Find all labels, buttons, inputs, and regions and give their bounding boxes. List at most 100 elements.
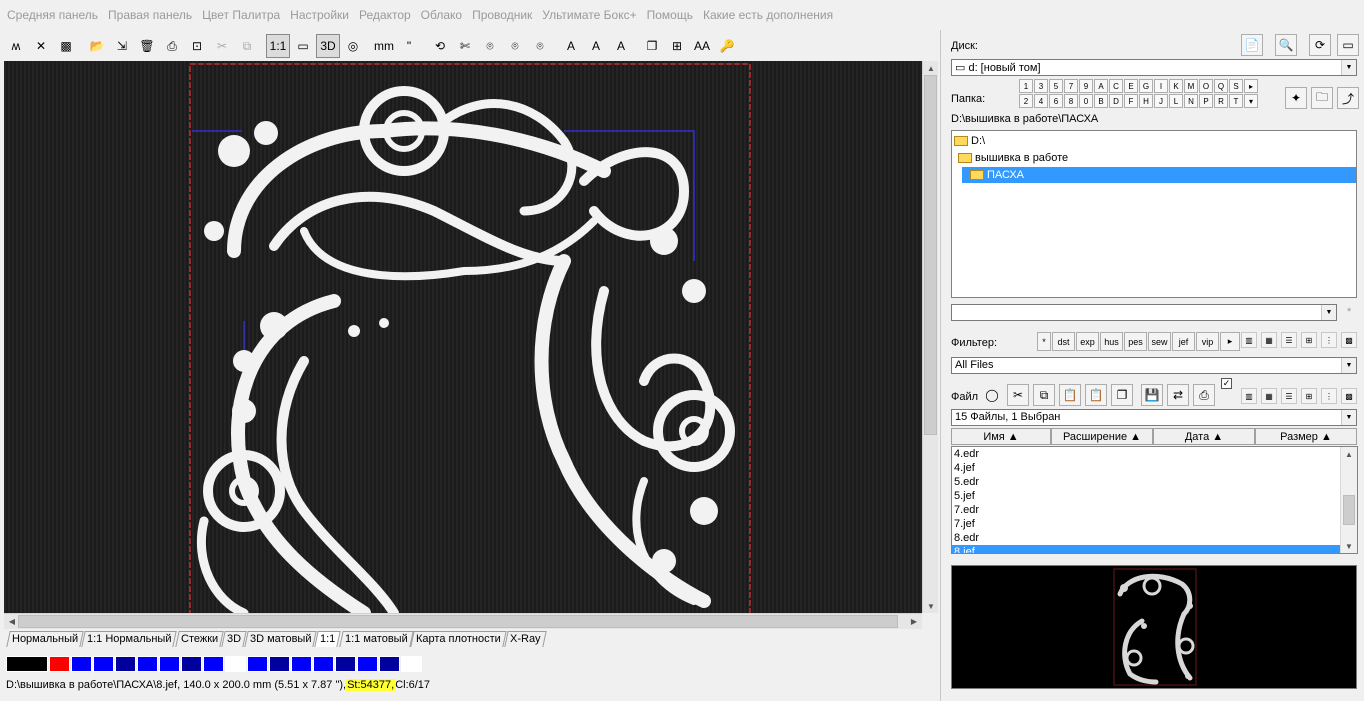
filter-select[interactable]: All Files ▼: [951, 357, 1357, 374]
view-tab[interactable]: X-Ray: [504, 631, 547, 647]
zoom-icon[interactable]: 🔍: [1275, 34, 1297, 56]
lettering-3-icon[interactable]: A: [609, 34, 633, 58]
folder-key[interactable]: 7: [1064, 79, 1078, 93]
file-row[interactable]: 4.jef: [952, 461, 1357, 475]
chevron-down-icon[interactable]: ▼: [1341, 358, 1356, 373]
folder-key[interactable]: Q: [1214, 79, 1228, 93]
folder-key[interactable]: 1: [1019, 79, 1033, 93]
folder-tree-node[interactable]: ПАСХА: [962, 167, 1356, 183]
thread-color-swatch[interactable]: [49, 656, 70, 672]
folder-key[interactable]: 2: [1019, 94, 1033, 108]
filter-button[interactable]: jef: [1172, 332, 1195, 351]
copy-icon[interactable]: ⧉: [235, 34, 259, 58]
folder-up-icon[interactable]: ⤴: [1337, 87, 1359, 109]
ruler-mm-icon[interactable]: mm: [372, 34, 396, 58]
print-file-icon[interactable]: ⎙: [1193, 384, 1215, 406]
thread-icon[interactable]: ⟲: [428, 34, 452, 58]
folder-key[interactable]: I: [1154, 79, 1168, 93]
view-tab[interactable]: 3D: [221, 631, 247, 647]
folder-key[interactable]: R: [1214, 94, 1228, 108]
column-name[interactable]: Имя ▲: [951, 428, 1051, 445]
thread-color-swatch[interactable]: [357, 656, 378, 672]
copy-file-icon[interactable]: ⧉: [1033, 384, 1055, 406]
file-list[interactable]: 4.edr 4.jef 5.edr 5.jef 7.edr 7.jef 8.edr 8.jef…: [951, 446, 1358, 554]
lasso-icon[interactable]: ◯: [981, 384, 1003, 406]
cut-file-icon[interactable]: ✂: [1007, 384, 1029, 406]
view-tab[interactable]: Нормальный: [6, 631, 84, 647]
filter-button[interactable]: ▸: [1220, 332, 1240, 351]
folder-key[interactable]: ▸: [1244, 79, 1258, 93]
folder-key[interactable]: 9: [1079, 79, 1093, 93]
thread-color-swatch[interactable]: [71, 656, 92, 672]
thread-color-swatch[interactable]: [159, 656, 180, 672]
view-details-icon[interactable]: ⋮: [1321, 332, 1337, 348]
filter-button[interactable]: pes: [1124, 332, 1147, 351]
scroll-up-icon[interactable]: ▲: [923, 61, 939, 75]
hoop-3-icon[interactable]: ⌾: [528, 34, 552, 58]
folder-key[interactable]: E: [1124, 79, 1138, 93]
select-checkbox[interactable]: ✓: [1221, 378, 1232, 389]
vertical-scroll-thumb[interactable]: [924, 75, 937, 435]
canvas-horizontal-scrollbar[interactable]: ◀ ▶: [4, 613, 922, 629]
thread-color-swatch[interactable]: [6, 656, 48, 672]
view-list-icon[interactable]: ☰: [1281, 332, 1297, 348]
filter-button[interactable]: *: [1037, 332, 1051, 351]
folder-key[interactable]: F: [1124, 94, 1138, 108]
history-select[interactable]: ▼: [951, 304, 1337, 321]
view-grid-icon[interactable]: ⊞: [1301, 388, 1317, 404]
pages-icon[interactable]: ❐: [640, 34, 664, 58]
view-small-icon[interactable]: ▥: [1241, 332, 1257, 348]
font-size-icon[interactable]: AA: [690, 34, 714, 58]
cut-icon[interactable]: ✂: [210, 34, 234, 58]
filter-button[interactable]: hus: [1100, 332, 1123, 351]
menu-item[interactable]: Ультимате Бокс+: [537, 8, 641, 22]
folder-key[interactable]: A: [1094, 79, 1108, 93]
thread-color-swatch[interactable]: [137, 656, 158, 672]
thread-color-swatch[interactable]: [225, 656, 246, 672]
horizontal-scroll-thumb[interactable]: [18, 615, 898, 628]
thread-color-swatch[interactable]: [313, 656, 334, 672]
view-3d-icon[interactable]: 3D: [316, 34, 340, 58]
thread-color-swatch[interactable]: [291, 656, 312, 672]
import-icon[interactable]: ⇲: [110, 34, 134, 58]
view-1to1-icon[interactable]: 1:1: [266, 34, 290, 58]
scroll-up-icon[interactable]: ▲: [1341, 447, 1357, 461]
hoop-icon[interactable]: ⌾: [478, 34, 502, 58]
folder-key[interactable]: D: [1109, 94, 1123, 108]
folder-tree[interactable]: D:\ вышивка в работе ПАСХА: [951, 130, 1357, 298]
file-row[interactable]: 8.edr: [952, 531, 1357, 545]
file-info-icon[interactable]: 📄: [1241, 34, 1263, 56]
thread-color-swatch[interactable]: [401, 656, 422, 672]
view-screen-icon[interactable]: ▭: [291, 34, 315, 58]
thread-color-swatch[interactable]: [203, 656, 224, 672]
open-icon[interactable]: 📂: [85, 34, 109, 58]
hoop-2-icon[interactable]: ⌾: [503, 34, 527, 58]
scissors-icon[interactable]: ✄: [453, 34, 477, 58]
fill-tool-icon[interactable]: ▩: [54, 34, 78, 58]
view-thumbs-icon[interactable]: ▩: [1341, 388, 1357, 404]
view-tab[interactable]: Карта плотности: [410, 631, 507, 647]
duplicate-file-icon[interactable]: ❐: [1111, 384, 1133, 406]
menu-item[interactable]: Настройки: [285, 8, 354, 22]
menu-item[interactable]: Цвет Палитра: [197, 8, 285, 22]
view-medium-icon[interactable]: ▦: [1261, 332, 1277, 348]
file-row[interactable]: 8.jef: [952, 545, 1357, 553]
convert-file-icon[interactable]: ⇄: [1167, 384, 1189, 406]
folder-key[interactable]: B: [1094, 94, 1108, 108]
view-small-icon[interactable]: ▥: [1241, 388, 1257, 404]
folder-key[interactable]: C: [1109, 79, 1123, 93]
scroll-right-icon[interactable]: ▶: [906, 614, 922, 628]
scroll-down-icon[interactable]: ▼: [1341, 539, 1357, 553]
stitch-tool-icon[interactable]: ʍ: [4, 34, 28, 58]
file-list-scroll-thumb[interactable]: [1343, 495, 1355, 525]
thread-color-swatch[interactable]: [93, 656, 114, 672]
canvas-vertical-scrollbar[interactable]: ▲ ▼: [922, 61, 938, 613]
folder-key[interactable]: 0: [1079, 94, 1093, 108]
file-list-scrollbar[interactable]: ▲ ▼: [1340, 447, 1357, 553]
lettering-2-icon[interactable]: A: [584, 34, 608, 58]
folder-key[interactable]: 4: [1034, 94, 1048, 108]
menu-item[interactable]: Помощь: [642, 8, 698, 22]
folder-key[interactable]: 5: [1049, 79, 1063, 93]
disk-select[interactable]: ▭ d: [новый том] ▼: [951, 59, 1357, 76]
folder-key[interactable]: T: [1229, 94, 1243, 108]
